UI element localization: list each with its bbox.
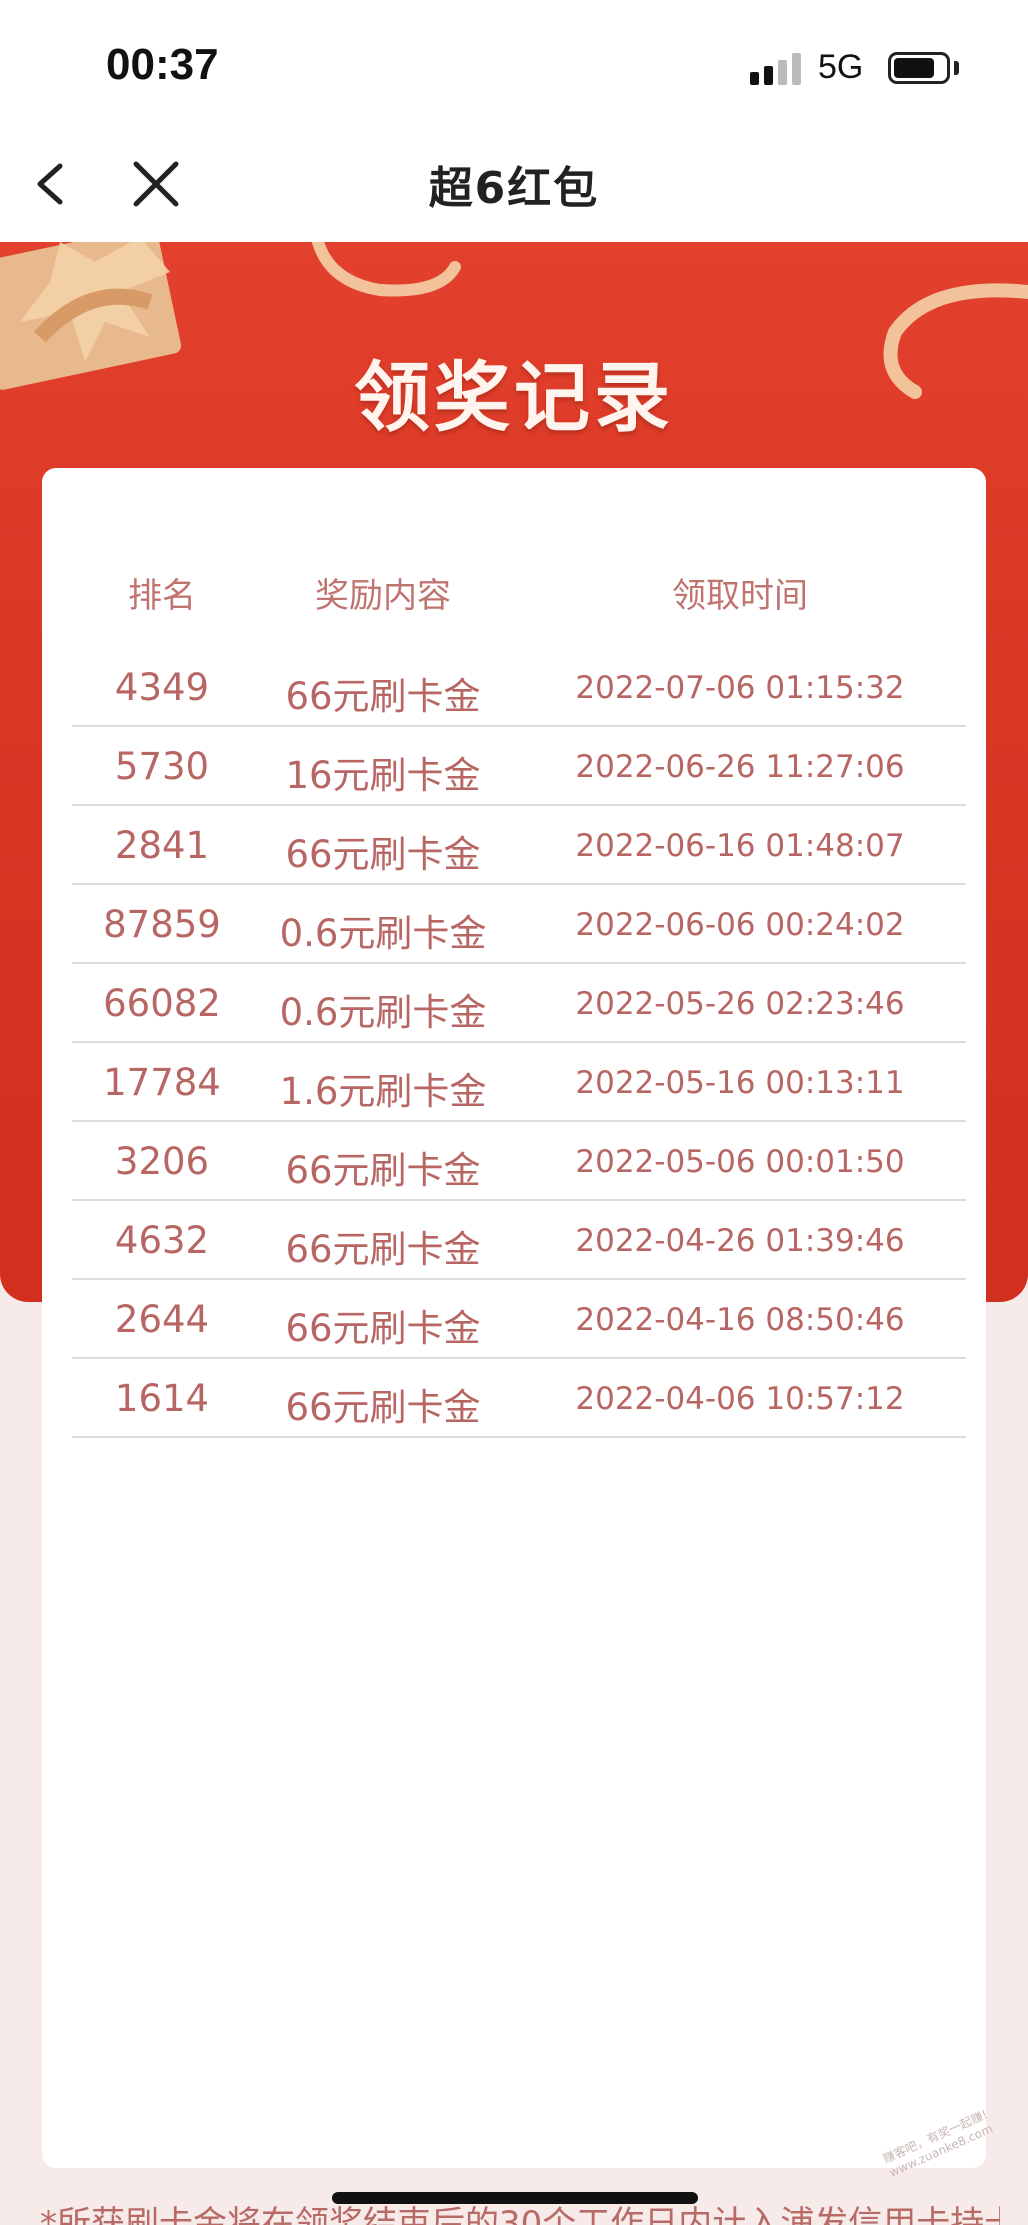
- status-time: 00:37: [106, 40, 219, 89]
- cell-rank: 1614: [114, 1377, 210, 1420]
- records-table: 4349 66元刷卡金 2022-07-06 01:15:32 5730 16元刷卡金 2…: [72, 648, 966, 1438]
- cell-rank: 17784: [103, 1061, 221, 1104]
- records-card: 排名 奖励内容 领取时间 4349 66元刷卡金 2022-07-06 01:15:…: [42, 468, 986, 2168]
- header-reward: 奖励内容: [315, 576, 451, 616]
- table-row: 17784 1.6元刷卡金 2022-05-16 00:13:11: [72, 1043, 966, 1122]
- header-rank: 排名: [128, 576, 196, 616]
- cell-reward: 66元刷卡金: [285, 675, 481, 718]
- cell-time: 2022-05-16 00:13:11: [575, 1065, 905, 1101]
- table-row: 2644 66元刷卡金 2022-04-16 08:50:46: [72, 1280, 966, 1359]
- cellular-signal-icon: [750, 53, 801, 85]
- cell-time: 2022-06-06 00:24:02: [575, 907, 905, 943]
- cell-time: 2022-05-06 00:01:50: [575, 1144, 905, 1180]
- status-bar: 00:37 5G: [0, 0, 1028, 130]
- header-time: 领取时间: [672, 576, 808, 616]
- cell-reward: 66元刷卡金: [285, 1149, 481, 1192]
- cell-time: 2022-05-26 02:23:46: [575, 986, 905, 1022]
- cell-reward: 1.6元刷卡金: [279, 1070, 487, 1113]
- home-indicator: [332, 2192, 698, 2204]
- table-row: 2841 66元刷卡金 2022-06-16 01:48:07: [72, 806, 966, 885]
- cell-time: 2022-06-16 01:48:07: [575, 828, 905, 864]
- cell-time: 2022-04-26 01:39:46: [575, 1223, 905, 1259]
- cell-reward: 16元刷卡金: [285, 754, 481, 797]
- cell-rank: 66082: [103, 982, 221, 1025]
- table-row: 87859 0.6元刷卡金 2022-06-06 00:24:02: [72, 885, 966, 964]
- cell-time: 2022-06-26 11:27:06: [575, 749, 905, 785]
- cell-reward: 66元刷卡金: [285, 1307, 481, 1350]
- cell-rank: 5730: [114, 745, 210, 788]
- cell-reward: 66元刷卡金: [285, 1228, 481, 1271]
- banner-title: 领奖记录: [354, 353, 674, 442]
- table-row: 4349 66元刷卡金 2022-07-06 01:15:32: [72, 648, 966, 727]
- cell-time: 2022-04-16 08:50:46: [575, 1302, 905, 1338]
- nav-bar: 超6红包: [0, 130, 1028, 242]
- cell-rank: 2841: [114, 824, 210, 867]
- cell-reward: 66元刷卡金: [285, 1386, 481, 1429]
- cell-reward: 0.6元刷卡金: [279, 991, 487, 1034]
- network-type: 5G: [818, 48, 864, 86]
- cell-rank: 3206: [114, 1140, 210, 1183]
- cell-reward: 0.6元刷卡金: [279, 912, 487, 955]
- battery-icon: [888, 52, 950, 84]
- cell-reward: 66元刷卡金: [285, 833, 481, 876]
- cell-rank: 4349: [114, 666, 210, 709]
- cell-rank: 87859: [103, 903, 221, 946]
- table-row: 5730 16元刷卡金 2022-06-26 11:27:06: [72, 727, 966, 806]
- cell-time: 2022-07-06 01:15:32: [575, 670, 905, 706]
- table-header: 排名 奖励内容 领取时间: [72, 568, 966, 628]
- cell-rank: 2644: [114, 1298, 210, 1341]
- table-row: 3206 66元刷卡金 2022-05-06 00:01:50: [72, 1122, 966, 1201]
- table-row: 4632 66元刷卡金 2022-04-26 01:39:46: [72, 1201, 966, 1280]
- page-title: 超6红包: [428, 163, 600, 214]
- cell-rank: 4632: [114, 1219, 210, 1262]
- cell-time: 2022-04-06 10:57:12: [575, 1381, 905, 1417]
- battery-cap: [954, 61, 959, 75]
- table-row: 66082 0.6元刷卡金 2022-05-26 02:23:46: [72, 964, 966, 1043]
- table-row: 1614 66元刷卡金 2022-04-06 10:57:12: [72, 1359, 966, 1438]
